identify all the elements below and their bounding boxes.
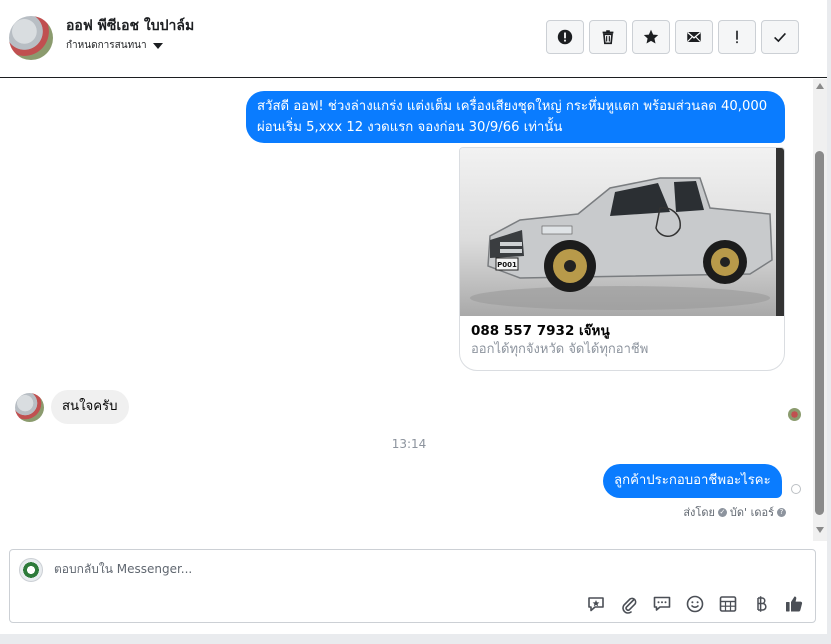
mark-unread-button[interactable]	[675, 20, 713, 54]
reply-composer[interactable]	[9, 549, 816, 623]
assign-conversation-label: กำหนดการสนทนา	[66, 40, 147, 51]
scroll-thumb[interactable]	[815, 151, 824, 515]
trash-icon	[602, 30, 614, 45]
help-icon[interactable]: ?	[777, 507, 786, 517]
scroll-up-arrow-icon[interactable]	[816, 83, 824, 89]
appointment-button[interactable]	[717, 593, 739, 615]
emoji-button[interactable]	[684, 593, 706, 615]
contact-name[interactable]: ออฟ พีซีเอช ใบปาล์ม	[66, 15, 194, 37]
exclamation-icon	[736, 30, 738, 44]
alert-circle-icon	[557, 29, 573, 45]
chat-bubbles-icon	[653, 596, 671, 611]
saved-replies-button[interactable]	[585, 593, 607, 615]
mark-done-button[interactable]	[761, 20, 799, 54]
composer-area	[0, 541, 827, 644]
sent-status-icon	[791, 484, 801, 494]
star-icon	[643, 29, 659, 44]
saved-reply-icon	[588, 597, 604, 612]
sent-by-info: ส่งโดย ✓ บัด' เดอร์ ?	[683, 503, 786, 521]
baht-icon	[757, 596, 767, 612]
follow-up-button[interactable]	[718, 20, 756, 54]
window-edge	[827, 0, 831, 644]
like-button[interactable]	[783, 593, 805, 615]
page-avatar	[19, 558, 43, 582]
outgoing-message[interactable]: สวัสดี ออฟ! ช่วงล่างแกร่ง แต่งเต็ม เครื่…	[246, 91, 785, 143]
message-timestamp: 13:14	[391, 437, 427, 451]
envelope-icon	[687, 32, 701, 42]
caret-down-icon	[152, 42, 163, 49]
emoji-icon	[686, 595, 704, 613]
sent-by-label: ส่งโดย	[683, 506, 715, 519]
table-icon	[719, 596, 737, 612]
quick-reply-button[interactable]	[651, 593, 673, 615]
payment-button[interactable]	[750, 593, 772, 615]
conversation-header: ออฟ พีซีเอช ใบปาล์ม กำหนดการสนทนา	[0, 0, 831, 78]
license-plate: P001	[497, 261, 517, 269]
outgoing-message[interactable]: ลูกค้าประกอบอาชีพอะไรคะ	[603, 464, 782, 498]
ad-card[interactable]: P001 088 557 7932 เจ๊หนู ออกได้ทุกจังหวั…	[459, 147, 785, 371]
outgoing-message-line: ผ่อนเริ่ม 5,xxx 12 งวดแรก จองก่อน 30/9/6…	[257, 120, 563, 135]
conversation-toolbar	[546, 20, 799, 54]
thread-scrollbar[interactable]	[813, 79, 827, 541]
scroll-down-arrow-icon[interactable]	[816, 527, 824, 533]
incoming-message[interactable]: สนใจครับ	[51, 390, 129, 424]
thumbs-up-icon	[786, 596, 803, 612]
attach-file-button[interactable]	[618, 593, 640, 615]
seen-indicator-avatar	[788, 408, 801, 421]
sent-by-name: บัด' เดอร์	[729, 506, 774, 519]
mark-spam-button[interactable]	[546, 20, 584, 54]
contact-avatar-small[interactable]	[15, 393, 44, 422]
assign-conversation-dropdown[interactable]: กำหนดการสนทนา	[66, 38, 163, 53]
message-thread[interactable]: สวัสดี ออฟ! ช่วงล่างแกร่ง แต่งเต็ม เครื่…	[0, 79, 812, 541]
verified-icon: ✓	[717, 507, 727, 517]
card-subtitle: ออกได้ทุกจังหวัด จัดได้ทุกอาชีพ	[471, 342, 649, 357]
contact-avatar[interactable]	[9, 16, 53, 60]
bottom-strip	[0, 634, 831, 644]
reply-input[interactable]	[54, 562, 654, 576]
outgoing-message-line: สวัสดี ออฟ! ช่วงล่างแกร่ง แต่งเต็ม เครื่…	[257, 99, 768, 114]
star-button[interactable]	[632, 20, 670, 54]
composer-toolbar	[585, 593, 805, 615]
photo-border	[776, 148, 784, 316]
pickup-truck-photo[interactable]: P001	[460, 148, 784, 316]
checkmark-icon	[774, 32, 786, 43]
delete-button[interactable]	[589, 20, 627, 54]
paperclip-icon	[622, 597, 637, 614]
